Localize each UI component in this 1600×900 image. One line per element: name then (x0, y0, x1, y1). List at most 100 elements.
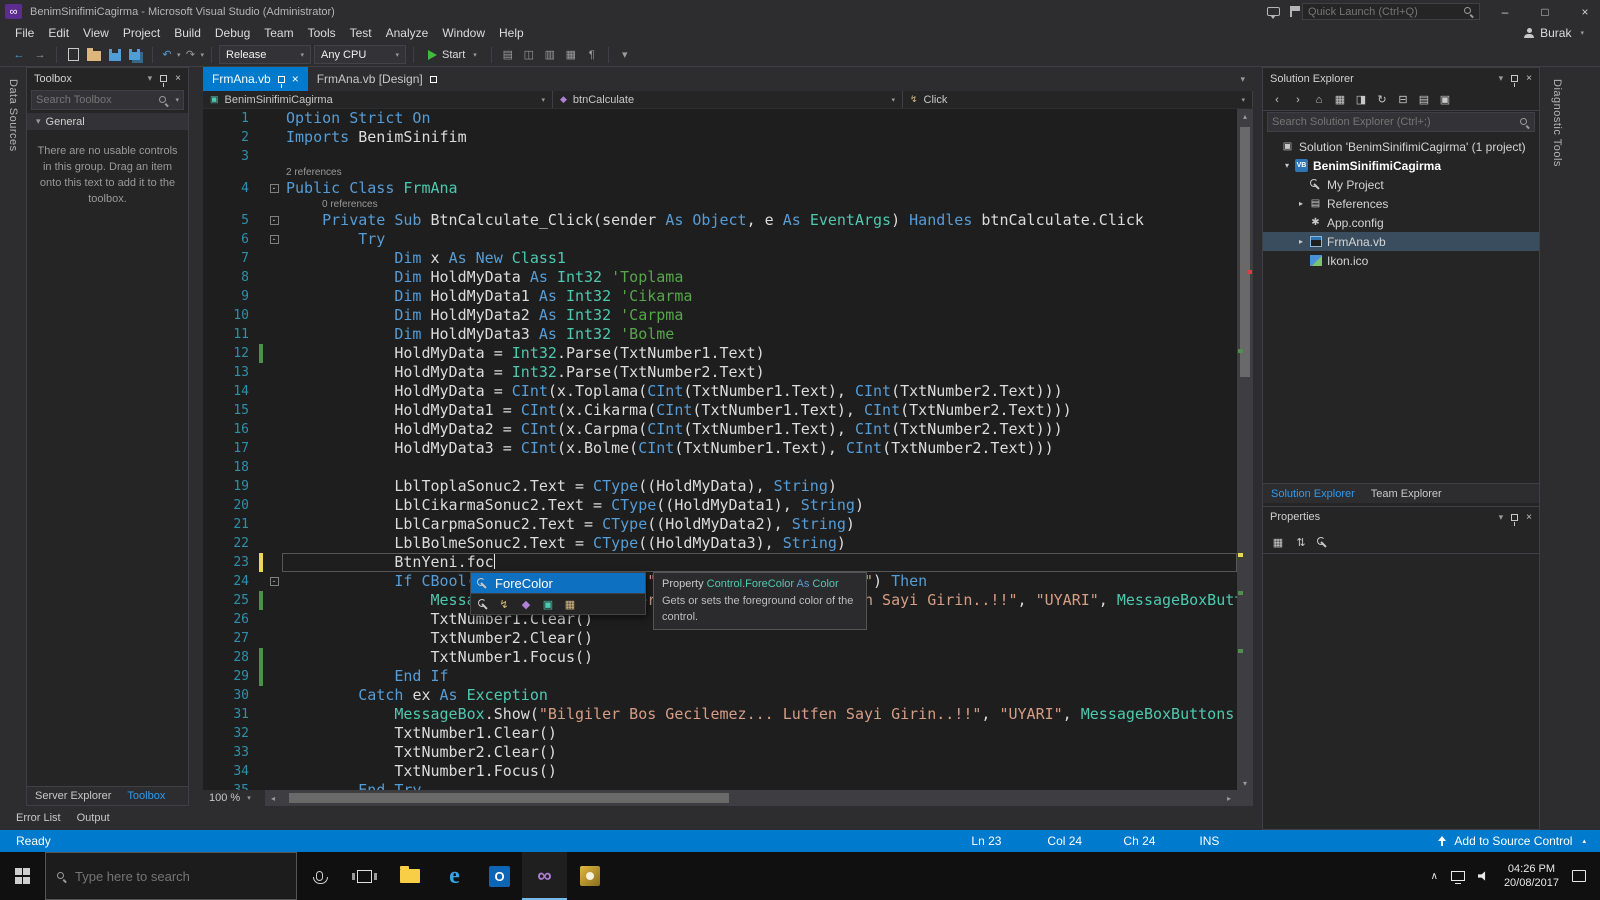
code-line[interactable]: 6- Try (203, 230, 1237, 249)
menu-item-test[interactable]: Test (343, 23, 379, 43)
line-number[interactable]: 31 (203, 705, 259, 724)
microphone-icon[interactable] (297, 852, 342, 900)
tree-item-references[interactable]: ▸▤References (1263, 194, 1539, 213)
line-number[interactable]: 27 (203, 629, 259, 648)
line-number[interactable]: 9 (203, 287, 259, 306)
line-number[interactable]: 6 (203, 230, 259, 249)
switch-views-icon[interactable]: ▦ (1333, 93, 1347, 106)
notification-center-icon[interactable] (1572, 870, 1586, 882)
navigate-forward-icon[interactable]: → (31, 45, 49, 65)
pin-icon[interactable] (278, 76, 285, 83)
save-all-icon[interactable] (127, 45, 145, 65)
code-line[interactable]: 3 (203, 147, 1237, 166)
save-icon[interactable] (106, 45, 124, 65)
line-number[interactable]: 30 (203, 686, 259, 705)
tab-output[interactable]: Output (69, 806, 118, 830)
code-line[interactable]: 8 Dim HoldMyData As Int32 'Toplama (203, 268, 1237, 287)
fold-marker[interactable]: - (266, 179, 282, 198)
line-number[interactable]: 10 (203, 306, 259, 325)
line-number[interactable]: 16 (203, 420, 259, 439)
pending-changes-filter-icon[interactable]: ◨ (1354, 93, 1368, 106)
code-line[interactable]: 29 End If (203, 667, 1237, 686)
taskbar-search[interactable] (45, 852, 297, 900)
expand-arrow-icon[interactable]: ▾ (1281, 161, 1293, 170)
code-line[interactable]: 4-Public Class FrmAna (203, 179, 1237, 198)
code-line[interactable]: 14 HoldMyData = CInt(x.Toplama(CInt(TxtN… (203, 382, 1237, 401)
quick-launch[interactable] (1302, 3, 1480, 20)
start-button[interactable] (0, 852, 45, 900)
outlook-icon[interactable]: O (477, 852, 522, 900)
document-list-dropdown-icon[interactable]: ▾ (1240, 74, 1245, 85)
menu-item-team[interactable]: Team (257, 23, 300, 43)
code-line[interactable]: 9 Dim HoldMyData1 As Int32 'Cikarma (203, 287, 1237, 306)
property-pages-icon[interactable] (1317, 537, 1328, 548)
edge-icon[interactable]: e (432, 852, 477, 900)
user-account[interactable]: Burak ▾ (1524, 26, 1600, 40)
toolbar-misc-icon-5[interactable]: ¶ (583, 45, 601, 65)
refresh-icon[interactable]: ↻ (1375, 93, 1389, 106)
pin-icon[interactable] (1511, 75, 1518, 82)
tree-item-app-config[interactable]: ✱App.config (1263, 213, 1539, 232)
line-number[interactable]: 7 (203, 249, 259, 268)
code-line[interactable]: 18 (203, 458, 1237, 477)
tab-error-list[interactable]: Error List (8, 806, 69, 830)
line-number[interactable]: 5 (203, 211, 259, 230)
expand-arrow-icon[interactable]: ▸ (1295, 199, 1307, 208)
code-line[interactable]: 22 LblBolmeSonuc2.Text = CType((HoldMyDa… (203, 534, 1237, 553)
close-button[interactable]: × (1570, 0, 1600, 23)
codelens-references[interactable]: 0 references (203, 198, 1237, 211)
alphabetical-icon[interactable]: ⇅ (1294, 536, 1308, 549)
code-line[interactable]: 30 Catch ex As Exception (203, 686, 1237, 705)
code-line[interactable]: 32 TxtNumber1.Clear() (203, 724, 1237, 743)
fold-marker[interactable]: - (266, 230, 282, 249)
code-line[interactable]: 21 LblCarpmaSonuc2.Text = CType((HoldMyD… (203, 515, 1237, 534)
line-number[interactable]: 18 (203, 458, 259, 477)
line-number[interactable]: 21 (203, 515, 259, 534)
code-line[interactable]: 19 LblToplaSonuc2.Text = CType((HoldMyDa… (203, 477, 1237, 496)
tab-team-explorer[interactable]: Team Explorer (1363, 484, 1450, 503)
solution-platform-select[interactable]: Any CPU▾ (314, 45, 406, 64)
forward-icon[interactable]: › (1291, 94, 1305, 106)
code-line[interactable]: 27 TxtNumber2.Clear() (203, 629, 1237, 648)
solution-configuration-select[interactable]: Release▾ (219, 45, 311, 64)
ssms-icon[interactable] (567, 852, 612, 900)
tree-item-ikon-ico[interactable]: Ikon.ico (1263, 251, 1539, 270)
task-view-icon[interactable] (342, 852, 387, 900)
data-sources-tab[interactable]: Data Sources (7, 79, 19, 152)
back-icon[interactable]: ‹ (1270, 94, 1284, 106)
line-number[interactable]: 12 (203, 344, 259, 363)
scrollbar-thumb[interactable] (1240, 127, 1250, 377)
menu-item-file[interactable]: File (8, 23, 41, 43)
zoom-select[interactable]: 100 % ▾ (203, 790, 265, 806)
codelens-references[interactable]: 2 references (203, 166, 1237, 179)
feedback-icon[interactable] (1267, 7, 1280, 16)
code-line[interactable]: 33 TxtNumber2.Clear() (203, 743, 1237, 762)
tab-frmana-vb[interactable]: FrmAna.vb × (203, 67, 308, 91)
fold-marker[interactable]: - (266, 211, 282, 230)
pin-icon[interactable] (1511, 514, 1518, 521)
tree-item-solution-benimsinifimicagirma-1-project[interactable]: ▣Solution 'BenimSinifimiCagirma' (1 proj… (1263, 137, 1539, 156)
scroll-down-icon[interactable]: ▾ (1237, 776, 1253, 790)
toolbar-misc-icon-2[interactable]: ◫ (520, 45, 538, 65)
code-line[interactable]: 1Option Strict On (203, 109, 1237, 128)
pin-icon[interactable] (430, 76, 437, 83)
home-icon[interactable]: ⌂ (1312, 94, 1326, 106)
close-icon[interactable]: × (175, 73, 181, 84)
tree-item-benimsinifimicagirma[interactable]: ▾VBBenimSinifimiCagirma (1263, 156, 1539, 175)
tree-item-my-project[interactable]: My Project (1263, 175, 1539, 194)
line-number[interactable]: 3 (203, 147, 259, 166)
chevron-down-icon[interactable]: ▾ (148, 73, 153, 84)
filter-snippets-icon[interactable]: ▦ (563, 598, 577, 611)
code-line[interactable]: 2Imports BenimSinifim (203, 128, 1237, 147)
menu-item-tools[interactable]: Tools (301, 23, 343, 43)
scroll-left-icon[interactable]: ◂ (265, 790, 281, 806)
filter-properties-icon[interactable] (478, 599, 489, 610)
menu-item-window[interactable]: Window (435, 23, 492, 43)
line-number[interactable]: 2 (203, 128, 259, 147)
line-number[interactable]: 23 (203, 553, 259, 572)
line-number[interactable]: 1 (203, 109, 259, 128)
breadcrumb-btncalculate[interactable]: ◆btnCalculate▾ (553, 91, 903, 108)
line-number[interactable]: 22 (203, 534, 259, 553)
chevron-down-icon[interactable]: ▾ (1499, 73, 1504, 84)
code-line[interactable]: 28 TxtNumber1.Focus() (203, 648, 1237, 667)
